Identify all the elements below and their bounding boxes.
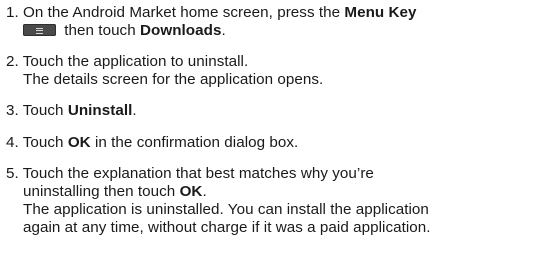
step-3: 3. Touch Uninstall. — [6, 102, 538, 120]
step-3-end: . — [132, 102, 137, 120]
step-3-line-1: 3. Touch Uninstall. — [6, 102, 538, 120]
menu-key-icon — [23, 24, 56, 36]
step-5-line-2-end: . — [202, 182, 207, 200]
step-4-suffix: in the confirmation dialog box. — [90, 133, 299, 151]
step-4-line-1: 4. Touch OK in the confirmation dialog b… — [6, 134, 538, 152]
step-2: 2. Touch the application to uninstall. T… — [6, 53, 538, 89]
step-1: 1. On the Android Market home screen, pr… — [6, 4, 538, 40]
step-5: 5. Touch the explanation that best match… — [6, 165, 538, 237]
ok-label-2: OK — [179, 182, 203, 200]
step-5-line-2: uninstalling then touch OK. — [6, 183, 538, 201]
step-4-prefix: 4. Touch — [6, 133, 68, 151]
step-4: 4. Touch OK in the confirmation dialog b… — [6, 134, 538, 152]
step-1-then: then touch — [60, 22, 140, 39]
step-1-line-1: 1. On the Android Market home screen, pr… — [6, 4, 538, 22]
step-1-end: . — [221, 22, 226, 39]
menu-key-label: Menu Key — [344, 4, 417, 21]
step-5-line-4: again at any time, without charge if it … — [23, 218, 431, 236]
step-2-line-1: 2. Touch the application to uninstall. — [6, 53, 249, 71]
uninstall-label: Uninstall — [67, 102, 133, 120]
downloads-label: Downloads — [139, 22, 222, 39]
ok-label: OK — [67, 133, 91, 151]
step-2-line-2: The details screen for the application o… — [23, 71, 324, 89]
step-1-prefix: 1. On the Android Market home screen, pr… — [6, 4, 345, 21]
step-5-line-1: 5. Touch the explanation that best match… — [6, 164, 374, 182]
step-5-line-2-prefix: uninstalling then touch — [23, 182, 180, 200]
step-1-line-2: then touch Downloads. — [6, 22, 538, 40]
step-5-line-3: The application is uninstalled. You can … — [23, 200, 429, 218]
step-3-prefix: 3. Touch — [6, 102, 68, 120]
instruction-document: 1. On the Android Market home screen, pr… — [6, 4, 538, 237]
